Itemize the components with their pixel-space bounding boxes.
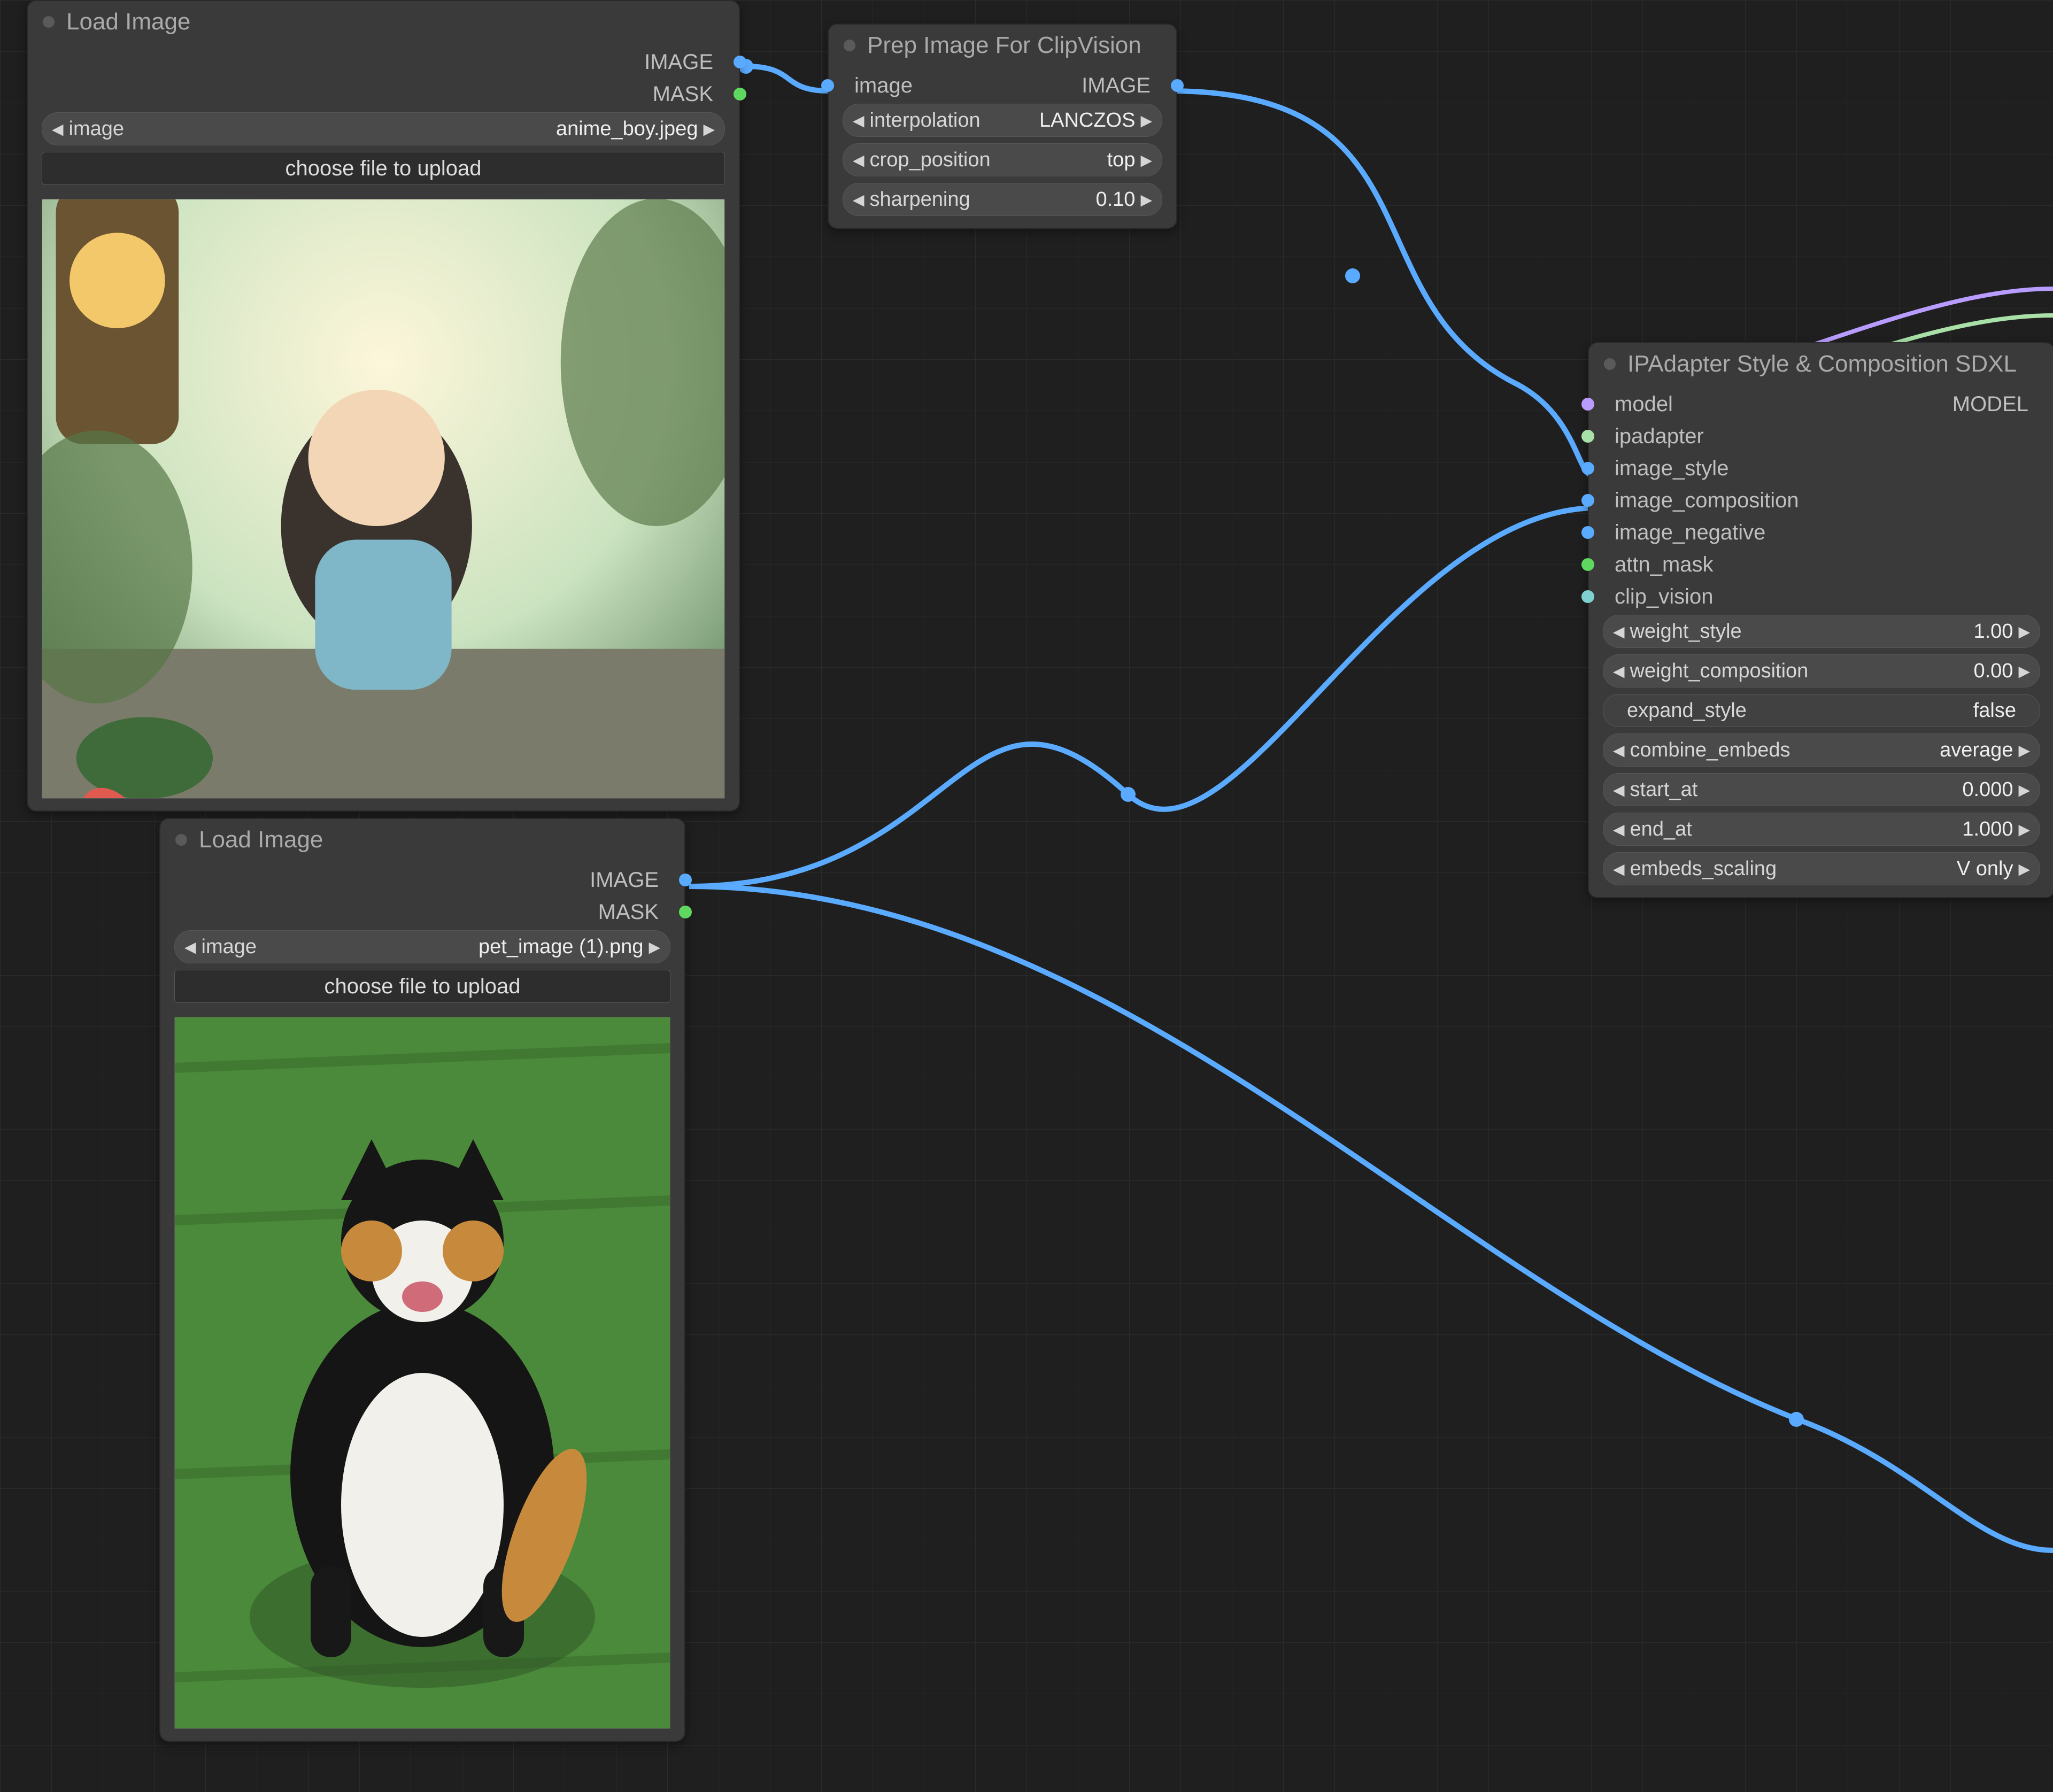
choose-file-button[interactable]: choose file to upload <box>174 970 670 1003</box>
input-image-composition[interactable]: image_composition <box>1589 484 2053 516</box>
arrow-right-icon: ▶ <box>703 120 715 138</box>
pin-mask-out[interactable] <box>679 906 692 918</box>
io-model[interactable]: model MODEL <box>1589 388 2053 420</box>
arrow-right-icon: ▶ <box>2018 662 2030 680</box>
pin-image-composition-in[interactable] <box>1581 494 1594 507</box>
node-load-image-2[interactable]: Load Image IMAGE MASK ◀image pet_image (… <box>159 818 685 1742</box>
param-weight-style[interactable]: ◀weight_style 1.00▶ <box>1603 615 2040 648</box>
param-expand-style[interactable]: expand_style false <box>1603 694 2040 727</box>
param-end-at[interactable]: ◀end_at 1.000▶ <box>1603 813 2040 846</box>
param-embeds-scaling[interactable]: ◀embeds_scaling V only▶ <box>1603 852 2040 885</box>
arrow-right-icon: ▶ <box>2018 781 2030 799</box>
arrow-right-icon: ▶ <box>1140 112 1152 129</box>
param-start-at[interactable]: ◀start_at 0.000▶ <box>1603 773 2040 806</box>
collapse-icon[interactable] <box>175 834 187 846</box>
pin-image-in[interactable] <box>821 79 834 92</box>
param-interpolation[interactable]: ◀interpolation LANCZOS▶ <box>843 104 1162 137</box>
pin-image-style-in[interactable] <box>1581 462 1594 475</box>
input-clip-vision[interactable]: clip_vision <box>1589 581 2053 613</box>
arrow-right-icon: ▶ <box>649 938 660 956</box>
pin-image-out[interactable] <box>679 874 692 886</box>
pin-clip-vision-in[interactable] <box>1581 590 1594 603</box>
arrow-right-icon: ▶ <box>2018 860 2030 878</box>
param-combine-embeds[interactable]: ◀combine_embeds average▶ <box>1603 733 2040 767</box>
arrow-right-icon: ▶ <box>1140 191 1152 208</box>
choose-file-button[interactable]: choose file to upload <box>42 152 725 185</box>
node-header[interactable]: Prep Image For ClipVision <box>829 25 1176 66</box>
io-image[interactable]: image IMAGE <box>829 69 1176 102</box>
input-image-style[interactable]: image_style <box>1589 452 2053 484</box>
node-header[interactable]: Load Image <box>160 819 684 861</box>
node-title: IPAdapter Style & Composition SDXL <box>1627 351 2017 377</box>
output-mask[interactable]: MASK <box>28 78 739 110</box>
param-crop-position[interactable]: ◀crop_position top▶ <box>843 143 1162 176</box>
node-title: Prep Image For ClipVision <box>867 32 1141 59</box>
pin-ipadapter-in[interactable] <box>1581 430 1594 443</box>
param-weight-composition[interactable]: ◀weight_composition 0.00▶ <box>1603 654 2040 688</box>
input-image-negative[interactable]: image_negative <box>1589 516 2053 549</box>
image-preview[interactable] <box>174 1017 670 1729</box>
param-image-file[interactable]: ◀image pet_image (1).png▶ <box>174 930 670 963</box>
collapse-icon[interactable] <box>1604 358 1616 370</box>
arrow-left-icon: ◀ <box>1613 741 1625 759</box>
node-title: Load Image <box>66 9 190 35</box>
pin-model-in[interactable] <box>1581 398 1594 411</box>
pin-image-out[interactable] <box>1171 79 1184 92</box>
node-title: Load Image <box>199 827 323 853</box>
output-mask[interactable]: MASK <box>160 896 684 928</box>
pin-attn-mask-in[interactable] <box>1581 558 1594 571</box>
arrow-left-icon: ◀ <box>853 151 865 169</box>
arrow-left-icon: ◀ <box>1613 662 1625 680</box>
arrow-left-icon: ◀ <box>52 120 64 138</box>
pin-image-out[interactable] <box>734 56 746 68</box>
arrow-right-icon: ▶ <box>1140 151 1152 169</box>
node-header[interactable]: Load Image <box>28 1 739 43</box>
node-header[interactable]: IPAdapter Style & Composition SDXL <box>1589 343 2053 385</box>
pin-image-negative-in[interactable] <box>1581 526 1594 539</box>
param-image-file[interactable]: ◀image anime_boy.jpeg▶ <box>42 112 725 145</box>
output-image[interactable]: IMAGE <box>28 46 739 78</box>
arrow-left-icon: ◀ <box>1613 781 1625 799</box>
output-image[interactable]: IMAGE <box>160 864 684 896</box>
image-preview[interactable] <box>42 199 725 799</box>
pin-mask-out[interactable] <box>734 88 746 101</box>
collapse-icon[interactable] <box>43 16 55 28</box>
arrow-left-icon: ◀ <box>853 112 865 129</box>
arrow-left-icon: ◀ <box>853 191 865 208</box>
node-graph-canvas[interactable]: { "nodes": { "load1": { "title": "Load I… <box>0 0 2053 1792</box>
arrow-right-icon: ▶ <box>2018 741 2030 759</box>
node-prep-clipvision[interactable]: Prep Image For ClipVision image IMAGE ◀i… <box>828 24 1177 229</box>
arrow-left-icon: ◀ <box>1613 821 1625 838</box>
arrow-left-icon: ◀ <box>1613 623 1625 640</box>
input-attn-mask[interactable]: attn_mask <box>1589 549 2053 581</box>
param-sharpening[interactable]: ◀sharpening 0.10▶ <box>843 183 1162 216</box>
node-load-image-1[interactable]: Load Image IMAGE MASK ◀image anime_boy.j… <box>27 0 740 812</box>
arrow-left-icon: ◀ <box>184 938 196 956</box>
arrow-right-icon: ▶ <box>2018 821 2030 838</box>
arrow-left-icon: ◀ <box>1613 860 1625 878</box>
collapse-icon[interactable] <box>844 40 855 51</box>
input-ipadapter[interactable]: ipadapter <box>1589 420 2053 452</box>
arrow-right-icon: ▶ <box>2018 623 2030 640</box>
node-ipadapter-style-composition[interactable]: IPAdapter Style & Composition SDXL model… <box>1588 342 2053 898</box>
